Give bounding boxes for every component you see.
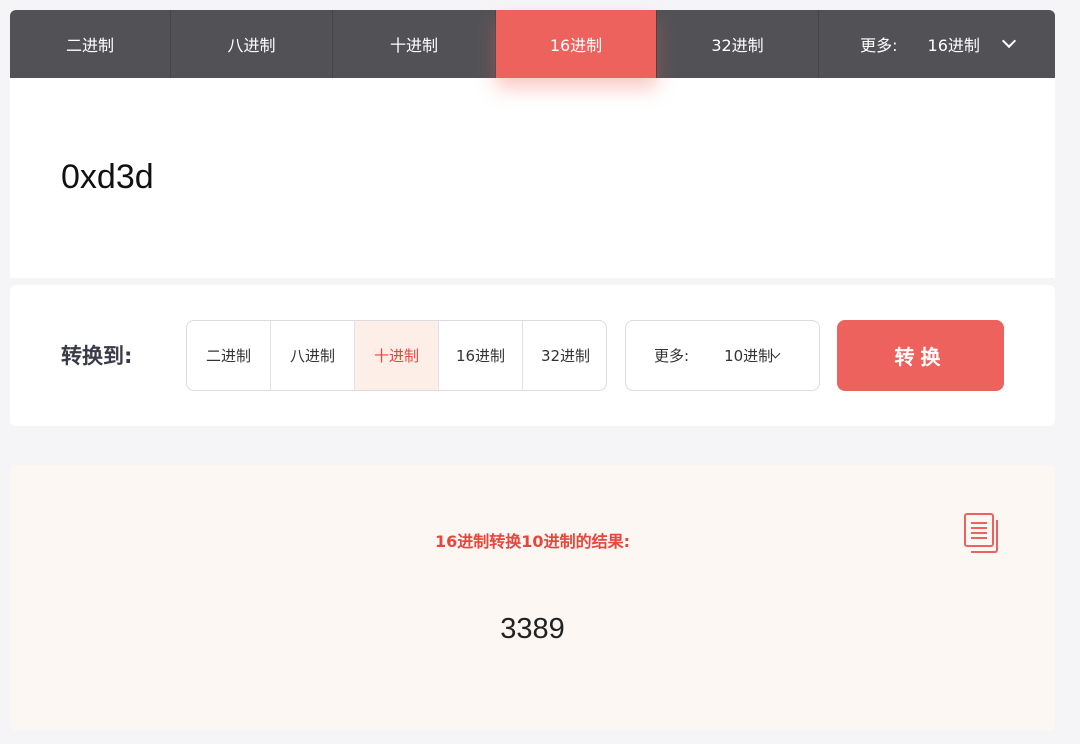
result-title: 16进制转换10进制的结果:	[435, 532, 630, 551]
target-more-label: 更多:	[654, 347, 690, 365]
convert-panel: 转换到: 二进制 八进制 十进制 16进制 32进制 更多: 10进制 转换	[10, 285, 1055, 426]
tab-base32[interactable]: 32进制	[657, 10, 819, 78]
tab-more-dropdown[interactable]: 更多: 16进制	[819, 10, 1055, 78]
tab-binary[interactable]: 二进制	[10, 10, 171, 78]
target-option-octal[interactable]: 八进制	[271, 321, 355, 390]
convert-button[interactable]: 转换	[837, 320, 1004, 391]
copy-icon[interactable]	[962, 511, 1002, 555]
target-option-binary[interactable]: 二进制	[187, 321, 271, 390]
base-tabbar: 二进制 八进制 十进制 16进制 32进制 更多: 16进制	[10, 10, 1055, 78]
tab-more-value: 16进制	[927, 36, 980, 55]
number-input[interactable]: 0xd3d	[61, 158, 154, 197]
input-panel[interactable]: 0xd3d	[10, 78, 1055, 278]
target-option-hex[interactable]: 16进制	[439, 321, 523, 390]
chevron-down-icon	[1001, 33, 1016, 49]
tab-decimal[interactable]: 十进制	[333, 10, 496, 78]
target-option-base32[interactable]: 32进制	[523, 321, 606, 390]
tab-hex[interactable]: 16进制	[496, 10, 657, 78]
target-more-value: 10进制	[724, 347, 774, 365]
target-more-dropdown[interactable]: 更多: 10进制	[625, 320, 820, 391]
target-base-selector: 二进制 八进制 十进制 16进制 32进制	[186, 320, 607, 391]
tab-octal[interactable]: 八进制	[171, 10, 333, 78]
target-option-decimal[interactable]: 十进制	[355, 321, 439, 390]
result-value: 3389	[500, 613, 565, 645]
tab-more-label: 更多:	[860, 36, 898, 55]
result-panel: 16进制转换10进制的结果: 3389	[10, 465, 1055, 730]
convert-to-label: 转换到:	[61, 344, 133, 368]
